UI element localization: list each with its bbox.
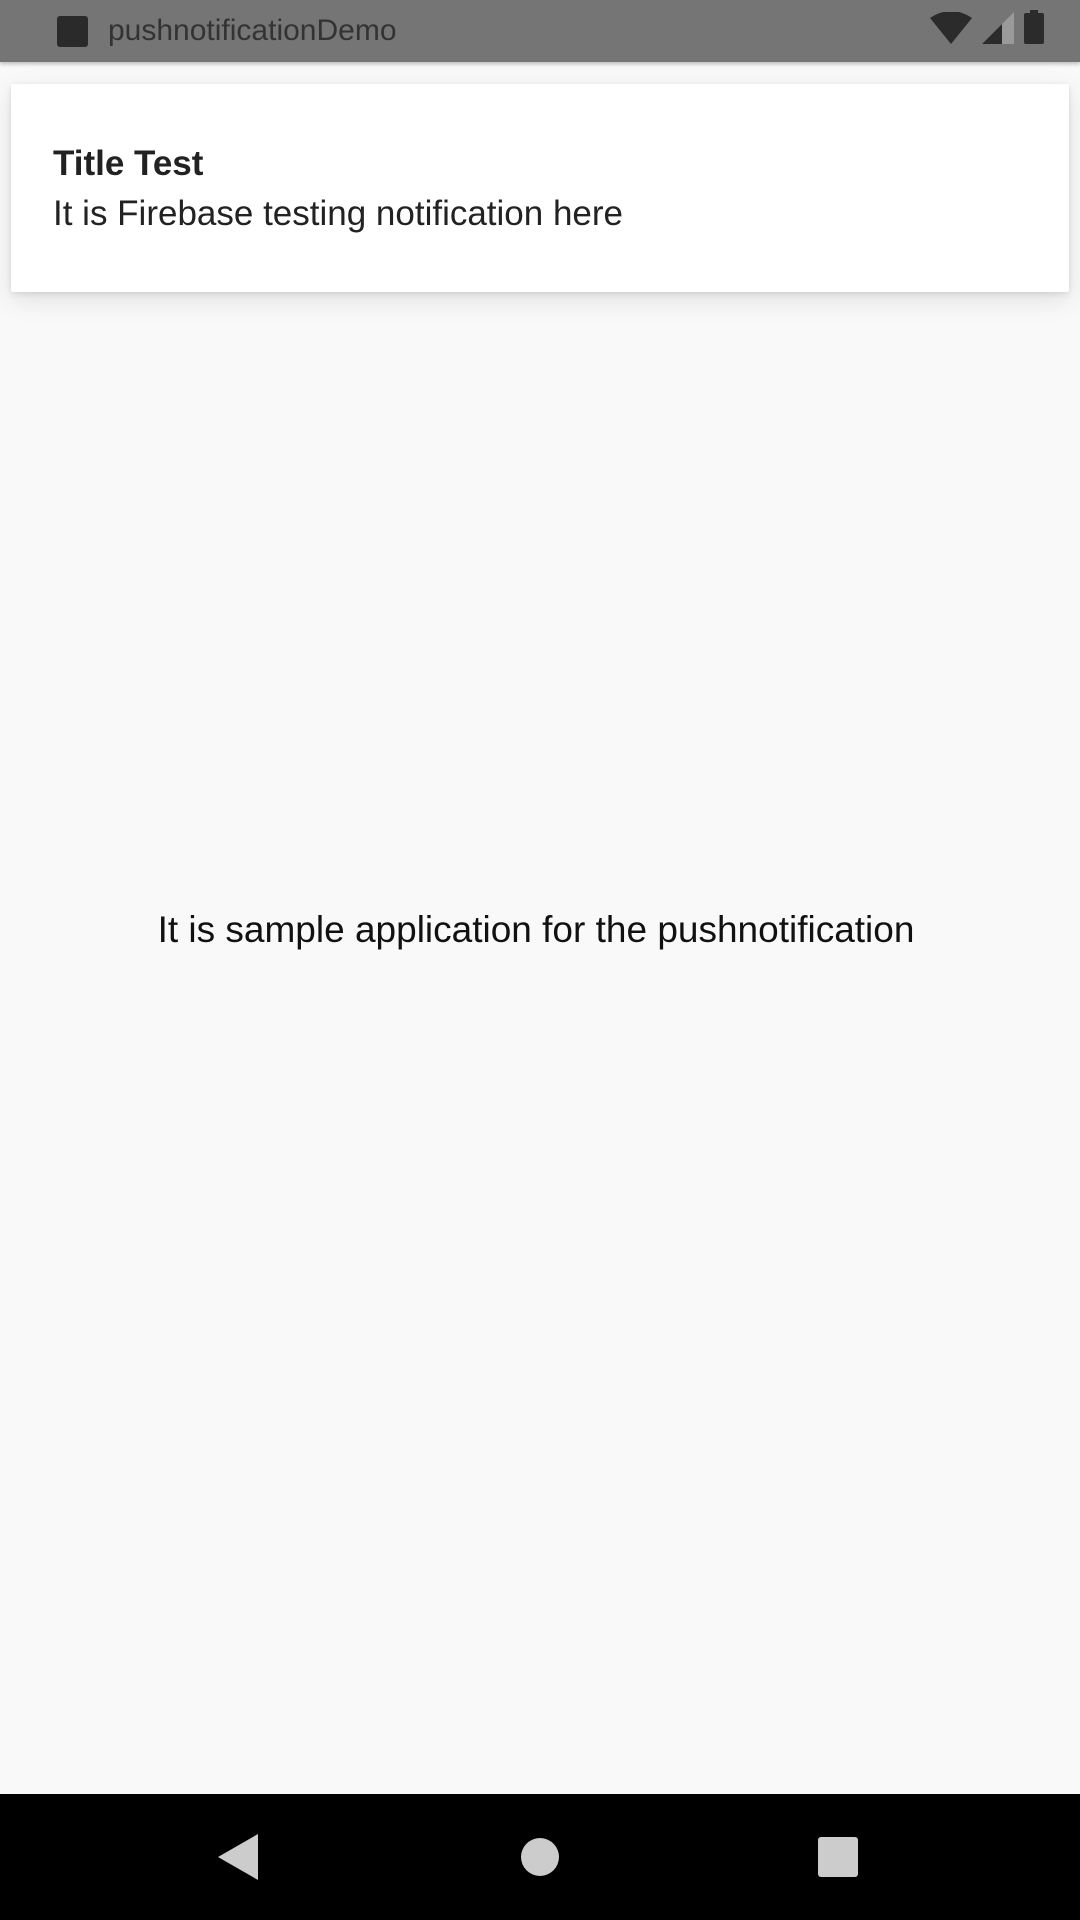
navigation-bar [0, 1794, 1080, 1920]
home-button[interactable] [507, 1824, 573, 1890]
status-bar: pushnotificationDemo [0, 0, 1080, 62]
notification-card[interactable]: Title Test It is Firebase testing notifi… [11, 84, 1069, 292]
status-icons [930, 10, 1044, 49]
signal-icon [982, 12, 1014, 49]
back-button[interactable] [206, 1824, 272, 1890]
notification-title: Title Test [53, 144, 204, 183]
home-icon [521, 1838, 559, 1876]
main-message: It is sample application for the pushnot… [157, 909, 915, 950]
battery-icon [1024, 10, 1044, 49]
recent-apps-button[interactable] [805, 1824, 871, 1890]
wifi-icon [930, 11, 972, 49]
recent-apps-icon [818, 1837, 858, 1877]
app-notification-icon [57, 16, 88, 47]
back-icon [218, 1834, 258, 1880]
status-app-name: pushnotificationDemo [108, 14, 397, 47]
app-screen: pushnotificationDemo Title Test It is Fi… [0, 0, 1080, 1920]
notification-body: It is Firebase testing notification here [53, 194, 624, 233]
